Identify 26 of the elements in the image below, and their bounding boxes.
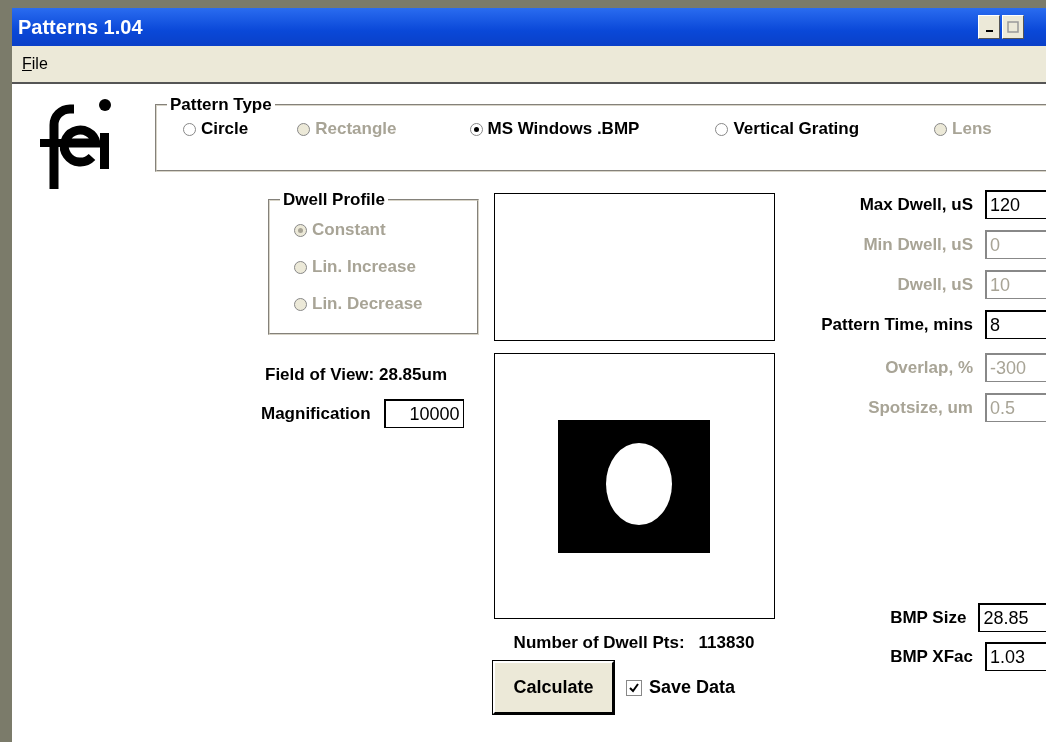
field-label: Spotsize, um [868,397,973,418]
group-title: Dwell Profile [282,190,387,210]
radio-button[interactable]: MS Windows .BMP [469,119,640,139]
menu-item[interactable]: File [22,55,48,73]
field-label: Magnification [261,403,371,424]
dwell-points-value: 113830 [698,633,755,653]
field-label: BMP Size [890,607,967,628]
field-label: Overlap, % [885,357,973,378]
field-of-view-text: Field of View: 28.85um [265,365,448,385]
field-label: BMP XFac [890,646,973,667]
window-title: Patterns 1.04 [18,15,143,39]
input-field[interactable]: 1.03 [985,642,1046,671]
input-field[interactable]: 28.85 [978,603,1046,632]
field-label: Dwell, uS [897,274,973,295]
dwell-points-label: Number of Dwell Pts: [513,633,685,653]
input-field[interactable]: 10000 [383,399,464,428]
input-field[interactable]: 120 [985,190,1046,219]
input-field[interactable]: 8 [985,310,1046,339]
calculate-button[interactable]: Calculate [492,661,614,714]
radio-button[interactable]: Circle [183,119,249,139]
field-label: Max Dwell, uS [859,194,973,215]
field-label: Min Dwell, uS [863,234,973,255]
field-label: Pattern Time, mins [821,314,973,335]
radio-button[interactable]: Vertical Grating [715,119,860,139]
group-title: Pattern Type [169,95,273,115]
save-data-checkbox[interactable]: Save Data [625,677,736,698]
